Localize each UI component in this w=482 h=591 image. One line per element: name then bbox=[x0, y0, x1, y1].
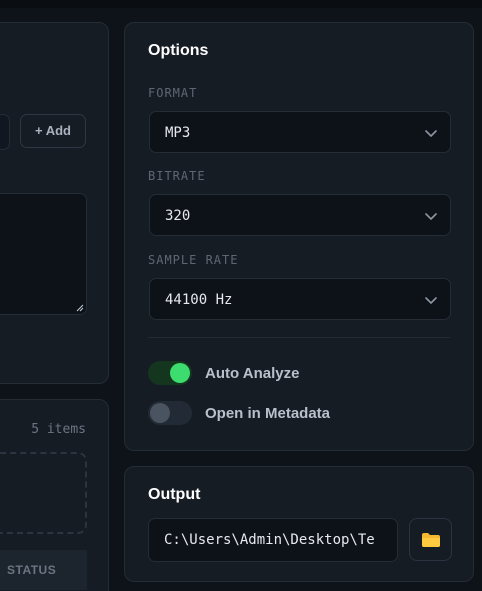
table-header-status: STATUS bbox=[7, 563, 57, 577]
output-title: Output bbox=[148, 486, 201, 503]
resize-handle-icon[interactable] bbox=[76, 304, 84, 312]
output-path-field[interactable]: C:\Users\Admin\Desktop\Te bbox=[148, 518, 398, 562]
chevron-down-icon bbox=[425, 130, 437, 137]
drop-zone[interactable] bbox=[0, 452, 87, 534]
open-in-metadata-label: Open in Metadata bbox=[205, 405, 331, 422]
file-list-card: 5 items STATUS bbox=[0, 399, 109, 591]
top-band bbox=[0, 0, 482, 8]
output-path-value: C:\Users\Admin\Desktop\Te bbox=[164, 532, 375, 548]
chevron-down-icon bbox=[425, 213, 437, 220]
chevron-down-icon bbox=[425, 297, 437, 304]
browse-folder-button[interactable] bbox=[409, 518, 452, 561]
open-in-metadata-toggle[interactable] bbox=[148, 401, 192, 425]
notes-textarea[interactable] bbox=[0, 193, 87, 315]
sample-rate-select[interactable]: 44100 Hz bbox=[149, 278, 451, 320]
table-header: STATUS bbox=[0, 550, 87, 590]
bitrate-value: 320 bbox=[165, 208, 191, 224]
folder-icon bbox=[422, 533, 440, 547]
input-card: + Add bbox=[0, 22, 109, 384]
auto-analyze-toggle[interactable] bbox=[148, 361, 192, 385]
options-title: Options bbox=[148, 42, 209, 59]
add-button-label: + Add bbox=[35, 123, 71, 138]
bitrate-label: BITRATE bbox=[148, 169, 206, 183]
format-value: MP3 bbox=[165, 125, 191, 141]
toggle-knob bbox=[150, 403, 170, 423]
format-select[interactable]: MP3 bbox=[149, 111, 451, 153]
sample-rate-label: SAMPLE RATE bbox=[148, 253, 239, 267]
output-card: Output C:\Users\Admin\Desktop\Te bbox=[124, 466, 474, 582]
source-input[interactable] bbox=[0, 114, 10, 150]
add-button[interactable]: + Add bbox=[20, 114, 86, 148]
options-card: Options FORMAT MP3 BITRATE 320 SAMPLE RA… bbox=[124, 22, 474, 451]
auto-analyze-label: Auto Analyze bbox=[205, 365, 300, 382]
options-divider bbox=[148, 337, 450, 338]
sample-rate-value: 44100 Hz bbox=[165, 292, 233, 308]
format-label: FORMAT bbox=[148, 86, 198, 100]
toggle-knob bbox=[170, 363, 190, 383]
items-count: 5 items bbox=[31, 422, 86, 437]
bitrate-select[interactable]: 320 bbox=[149, 194, 451, 236]
